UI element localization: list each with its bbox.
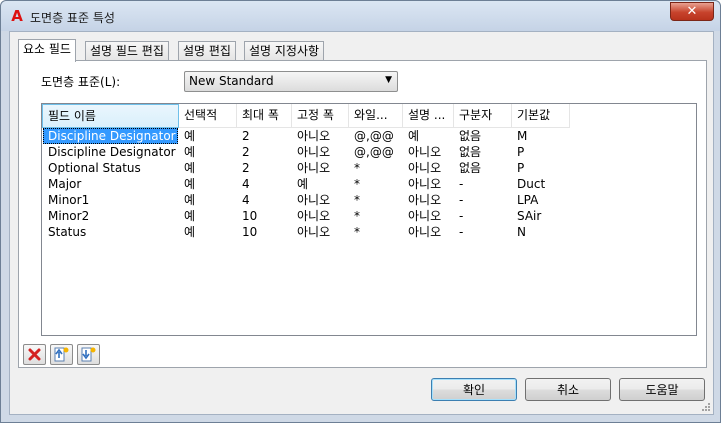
column-header[interactable]: 최대 폭 (237, 104, 292, 128)
table-cell: SAir (517, 209, 542, 223)
column-header[interactable]: 기본값 (512, 104, 570, 128)
table-cell: 아니오 (408, 161, 442, 175)
table-cell: - (459, 177, 464, 191)
table-cell: 없음 (459, 145, 482, 159)
table-row[interactable]: Minor2 예 10 아니오 * 아니오 - SAir (42, 208, 696, 224)
table-row[interactable]: Discipline Designator 2 예 2 아니오 @,@@ 아니오 없음 P (42, 144, 696, 160)
table-row[interactable]: Status 예 10 아니오 * 아니오 - N (42, 224, 696, 240)
tab-element-fields[interactable]: 요소 필드 (18, 39, 76, 62)
chevron-down-icon: ▼ (385, 75, 392, 85)
table-cell: @,@@ (354, 129, 394, 143)
delete-field-icon (28, 348, 41, 361)
table-row[interactable]: Optional Status 예 2 아니오 * 아니오 없음 P (42, 160, 696, 176)
table-cell: 2 (242, 129, 250, 143)
dialog-window: A 도면층 표준 특성 ✕ 요소 필드 설명 필드 편집 설명 편집 설명 지정… (0, 0, 721, 423)
table-header: 필드 이름 선택적 최대 폭 고정 폭 와일... 설명 ... 구분자 기본값 (42, 104, 696, 128)
table-cell: Minor2 (48, 209, 90, 223)
table-cell: 예 (184, 177, 196, 191)
table-cell: 아니오 (408, 225, 442, 239)
table-cell: N (517, 225, 526, 239)
table-cell: - (459, 193, 464, 207)
fields-table[interactable]: 필드 이름 선택적 최대 폭 고정 폭 와일... 설명 ... 구분자 기본값 Discip… (41, 103, 697, 336)
tab-description-specifications[interactable]: 설명 지정사항 (244, 41, 325, 61)
resize-grip-icon[interactable] (701, 402, 711, 412)
table-cell: 10 (242, 225, 258, 239)
table-cell: 없음 (459, 129, 482, 143)
title-bar[interactable]: A 도면층 표준 특성 ✕ (1, 1, 720, 31)
table-cell: P (517, 145, 525, 159)
column-header[interactable]: 설명 ... (403, 104, 454, 128)
table-cell: 아니오 (297, 161, 331, 175)
move-up-button[interactable] (50, 344, 73, 365)
ok-button[interactable]: 확인 (431, 378, 517, 401)
autocad-logo-icon: A (11, 7, 23, 25)
table-cell: * (354, 193, 360, 207)
table-cell: 아니오 (408, 145, 442, 159)
column-header[interactable]: 고정 폭 (292, 104, 349, 128)
column-header[interactable]: 선택적 (179, 104, 237, 128)
table-cell: Duct (517, 177, 546, 191)
table-cell: Minor1 (48, 193, 90, 207)
table-cell: 10 (242, 209, 258, 223)
table-cell: 없음 (459, 161, 482, 175)
column-header[interactable]: 와일... (349, 104, 403, 128)
table-cell: Discipline Designator 1 (43, 128, 178, 144)
table-cell: 아니오 (297, 209, 331, 223)
layer-standard-select[interactable]: New Standard ▼ (184, 71, 398, 92)
table-cell: * (354, 209, 360, 223)
table-cell: 4 (242, 177, 250, 191)
table-cell: 예 (184, 145, 196, 159)
table-cell: LPA (517, 193, 539, 207)
cancel-button[interactable]: 취소 (525, 378, 611, 401)
dialog-client: 요소 필드 설명 필드 편집 설명 편집 설명 지정사항 도면층 표준(L): … (9, 31, 714, 415)
column-header[interactable]: 필드 이름 (42, 104, 179, 128)
tab-edit-descriptions[interactable]: 설명 편집 (178, 41, 236, 61)
table-cell: * (354, 225, 360, 239)
help-button[interactable]: 도움말 (619, 378, 705, 401)
table-cell: Status (48, 225, 87, 239)
dialog-title: 도면층 표준 특성 (30, 11, 115, 25)
move-up-icon (54, 347, 69, 362)
table-cell: - (459, 225, 464, 239)
column-header[interactable]: 구분자 (454, 104, 512, 128)
table-cell: 아니오 (297, 129, 331, 143)
table-cell: * (354, 161, 360, 175)
table-cell: 2 (242, 161, 250, 175)
table-cell: 예 (184, 193, 196, 207)
table-cell: Discipline Designator 2 (48, 145, 178, 159)
table-cell: Optional Status (48, 161, 141, 175)
table-cell: M (517, 129, 528, 143)
delete-field-button[interactable] (23, 344, 46, 365)
table-cell: 예 (184, 225, 196, 239)
table-cell: 예 (184, 129, 196, 143)
table-cell: P (517, 161, 525, 175)
table-row[interactable]: Major 예 4 예 * 아니오 - Duct (42, 176, 696, 192)
layer-standard-value: New Standard (189, 74, 274, 88)
table-cell: 예 (408, 129, 420, 143)
close-button[interactable]: ✕ (670, 2, 714, 21)
table-cell: - (459, 209, 464, 223)
tab-panel: 도면층 표준(L): New Standard ▼ 필드 이름 선택적 최대 폭 고정… (18, 60, 707, 368)
move-down-icon (81, 347, 96, 362)
move-down-button[interactable] (77, 344, 100, 365)
table-row[interactable]: Minor1 예 4 아니오 * 아니오 - LPA (42, 192, 696, 208)
table-cell: 예 (184, 161, 196, 175)
layer-standard-label: 도면층 표준(L): (41, 75, 121, 89)
table-cell: 2 (242, 145, 250, 159)
table-cell: 아니오 (297, 145, 331, 159)
table-cell: 아니오 (408, 193, 442, 207)
table-cell: @,@@ (354, 145, 394, 159)
table-cell: 예 (297, 177, 309, 191)
table-cell: 아니오 (408, 209, 442, 223)
table-cell: 아니오 (297, 193, 331, 207)
table-cell: 아니오 (408, 177, 442, 191)
table-cell: * (354, 177, 360, 191)
table-cell: 아니오 (297, 225, 331, 239)
tab-edit-description-fields[interactable]: 설명 필드 편집 (85, 41, 169, 61)
table-cell: 4 (242, 193, 250, 207)
table-cell: 예 (184, 209, 196, 223)
table-row[interactable]: Discipline Designator 1 예 2 아니오 @,@@ 예 없음 M (42, 128, 696, 144)
table-cell: Major (48, 177, 82, 191)
